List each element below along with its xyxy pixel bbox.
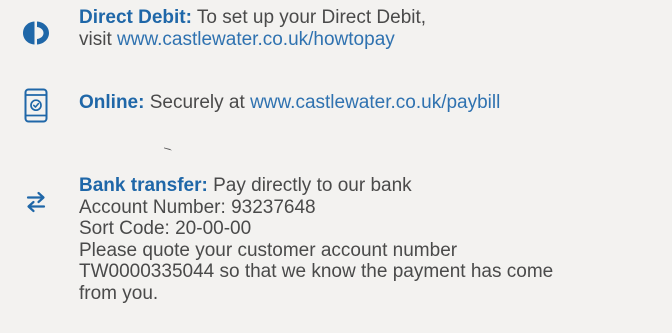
direct-debit-icon [23,21,49,45]
direct-debit-line-1: Direct Debit: To set up your Direct Debi… [79,7,426,29]
account-number-line: Account Number: 93237648 [79,196,316,218]
online-description: Securely at [149,92,245,113]
bank-transfer-line-1: Bank transfer: Pay directly to our bank [79,175,553,197]
direct-debit-visit-text: visit [79,28,112,50]
scan-speck-mark [164,147,172,151]
direct-debit-description: To set up your Direct Debit, [196,7,427,28]
bank-transfer-description: Pay directly to our bank [213,175,412,196]
direct-debit-label: Direct Debit: [79,7,192,28]
bank-transfer-label: Bank transfer: [79,175,208,196]
mobile-phone-icon [24,88,48,123]
direct-debit-link[interactable]: www.castlewater.co.uk/howtopay [117,29,395,50]
transfer-arrows-icon [26,191,46,213]
reference-note-line-3: from you. [79,282,159,304]
online-line: Online: Securely at www.castlewater.co.u… [79,92,500,114]
payment-methods-panel: Direct Debit: To set up your Direct Debi… [0,0,672,333]
direct-debit-line-2: visit www.castlewater.co.uk/howtopay [79,29,426,51]
sort-code-line: Sort Code: 20-00-00 [79,218,252,239]
online-paybill-link[interactable]: www.castlewater.co.uk/paybill [250,92,500,113]
online-label: Online: [79,92,145,113]
reference-note-line-1: Please quote your customer account numbe… [79,239,458,261]
reference-note-line-2: TW0000335044 so that we know the payment… [79,261,554,282]
